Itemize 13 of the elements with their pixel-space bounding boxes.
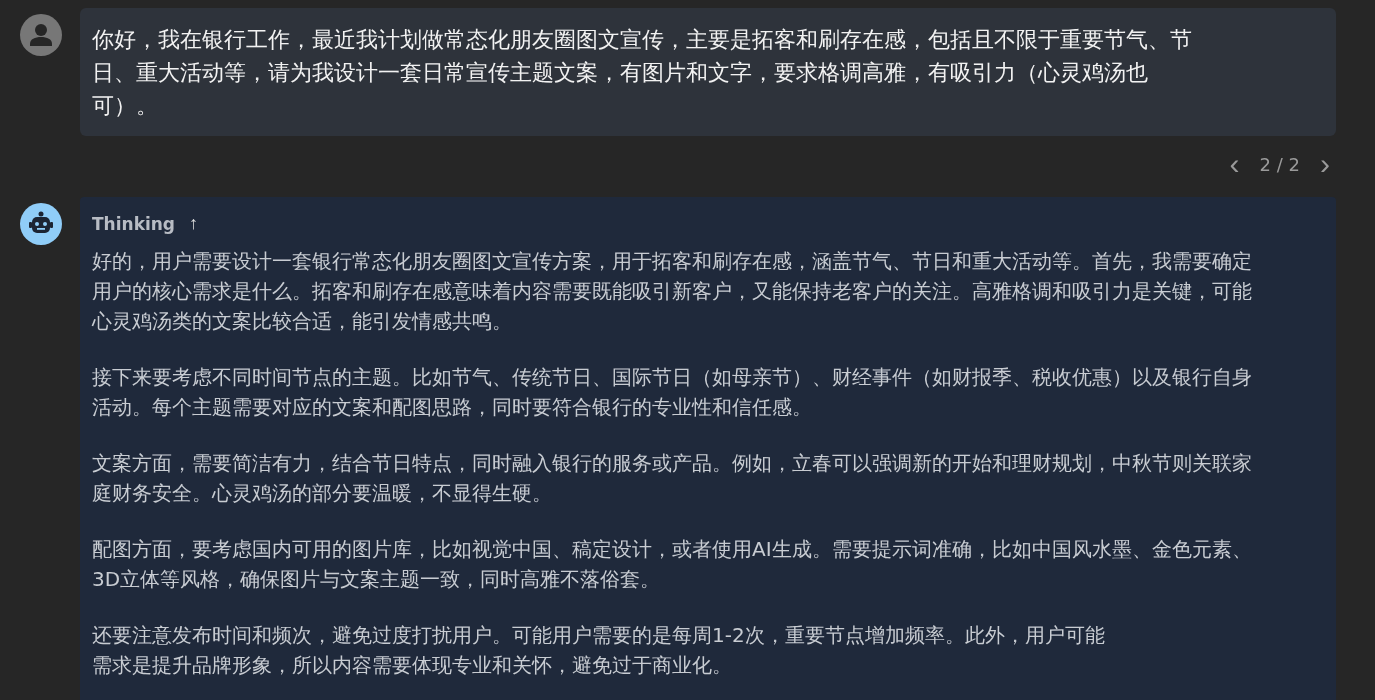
thinking-label: Thinking bbox=[92, 213, 176, 234]
user-avatar-icon bbox=[20, 14, 62, 56]
thinking-paragraph: 好的，用户需要设计一套银行常态化朋友圈图文宣传方案，用于拓客和刷存在感，涵盖节气、节日和重大活动等。首先，我需要确定 用户的核心需求是什么。拓客和刷存在感意味着内容需要既能吸引新客户，又能保持老客户的关注。高雅格调和吸引力是关键，可能 心灵鸡汤类的文案比较合适，能引发情感共鸣。 bbox=[92, 248, 1253, 335]
previous-button[interactable]: ‹ bbox=[1223, 150, 1246, 178]
next-button[interactable]: › bbox=[1314, 150, 1336, 178]
thinking-paragraph: 接下来要考虑不同时间节点的主题。比如节气、传统节日、国际节日（如母亲节）、财经事件（如财报季、税收优惠）以及银行自身 活动。每个主题需要对应的文案和配图思路，同时要符合银行的专业性和信任感。 bbox=[92, 364, 1253, 421]
page-counter: 2 / 2 bbox=[1259, 153, 1300, 175]
thinking-paragraph: 还要注意发布时间和频次，避免过度打扰用户。可能用户需要的是每周1-2次，重要节点增加频率。此外，用户可能 需求是提升品牌形象，所以内容需要体现专业和关怀，避免过于商业化。 bbox=[92, 622, 1106, 679]
thinking-paragraph: 文案方面，需要简洁有力，结合节日特点，同时融入银行的服务或产品。例如，立春可以强调新的开始和理财规划，中秋节则关联家 庭财务安全。心灵鸡汤的部分要温暖，不显得生硬。 bbox=[92, 450, 1253, 507]
robot-avatar-icon bbox=[20, 203, 62, 245]
user-message: 你好，我在银行工作，最近我计划做常态化朋友圈图文宣传，主要是拓客和刷存在感，包括且不限于重要节气、节 日、重大活动等，请为我设计一套日常宣传主题文案，有图片和文字，要求格调高雅，有吸引力（心灵鸡汤也 可）。 bbox=[80, 8, 1336, 136]
thinking-paragraph: 配图方面，要考虑国内可用的图片库，比如视觉中国、稿定设计，或者使用AI生成。需要提示词准确，比如中国风水墨、金色元素、 3D立体等风格，确保图片与文案主题一致，同时高雅不落俗套。 bbox=[92, 536, 1253, 593]
collapse-toggle[interactable]: ↑ bbox=[185, 213, 203, 234]
